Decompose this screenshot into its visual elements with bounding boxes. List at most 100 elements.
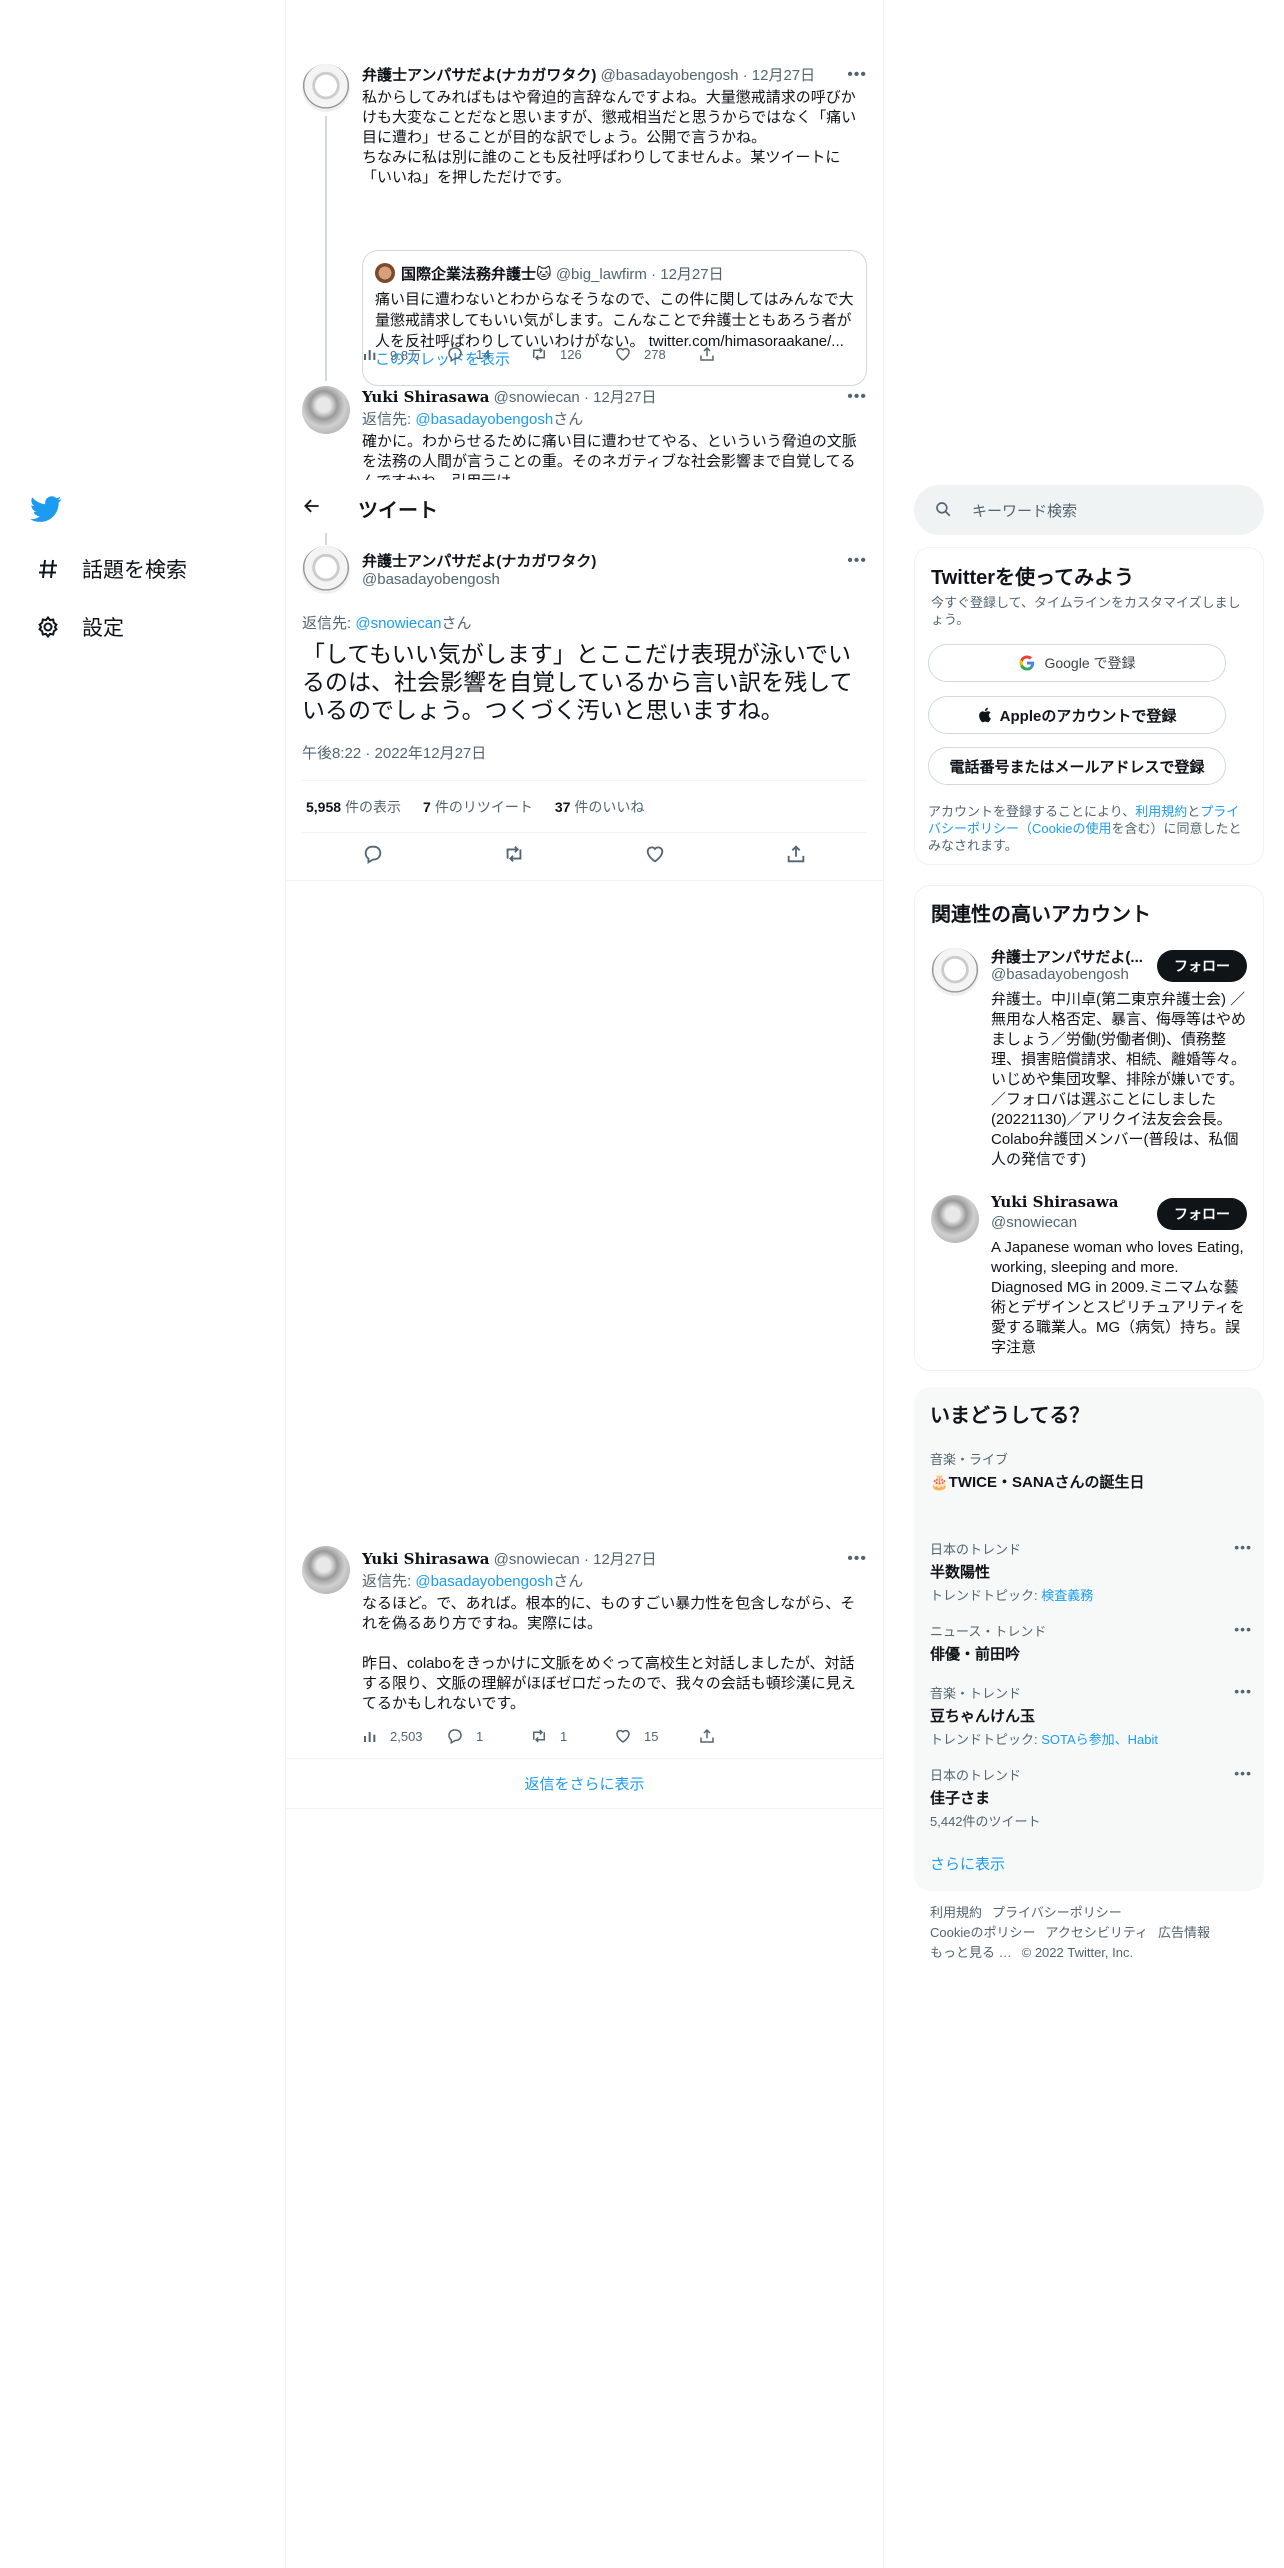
more-icon[interactable]: ••• [1234,1621,1252,1637]
footer-cookie-link[interactable]: Cookieのポリシー [930,1925,1035,1940]
follow-button[interactable]: フォロー [1157,950,1247,982]
footer-terms-link[interactable]: 利用規約 [930,1905,982,1920]
more-icon[interactable]: ••• [1234,1539,1252,1555]
reply-icon [448,347,462,363]
follow-button[interactable]: フォロー [1157,1198,1247,1230]
views-button[interactable]: 9.8万 [362,345,446,364]
avatar[interactable] [302,386,350,434]
trend-item[interactable]: ニュース・トレンド 俳優・前田吟 ••• [930,1621,1252,1664]
focal-author-name[interactable]: 弁護士アンパサだよ(ナカガワタク) [362,550,596,571]
divider [286,1758,883,1759]
author-name[interactable]: 弁護士アンパサだよ(ナカガワタク) [362,67,596,84]
page-title: ツイート [358,500,438,522]
more-icon[interactable]: ••• [847,388,867,406]
share-button[interactable] [698,345,782,363]
likes-stat[interactable]: 37 件のいいね [555,797,645,817]
tweet-1[interactable]: 弁護士アンパサだよ(ナカガワタク) @basadayobengosh · 12月… [286,52,883,386]
focal-actions [302,843,867,870]
terms-link[interactable]: 利用規約 [1135,804,1187,819]
trends-title: いまどうしてる？ [930,1405,1090,1427]
tweet-date[interactable]: 12月27日 [752,67,815,84]
trends-card: いまどうしてる？ 音楽・ライブ 🎂TWICE・SANAさんの誕生日 日本のトレン… [914,1387,1264,1891]
trend-topic-link[interactable]: SOTAら参加、Habit [1041,1732,1158,1747]
footer-accessibility-link[interactable]: アクセシビリティ [1045,1925,1148,1940]
tweet-2[interactable]: Yuki Shirasawa @snowiecan · 12月27日 ••• 返… [286,374,883,480]
nav-explore[interactable]: 話題を検索 [34,554,187,584]
avatar[interactable] [302,546,350,594]
author-name[interactable]: Yuki Shirasawa [362,388,489,406]
more-icon[interactable]: ••• [1234,1683,1252,1699]
reply-to-link[interactable]: @basadayobengosh [415,1573,553,1590]
relevant-account-handle[interactable]: @basadayobengosh [991,966,1129,983]
avatar[interactable] [302,1546,350,1594]
reply-to-link[interactable]: @basadayobengosh [415,411,553,428]
trend-item[interactable]: 日本のトレンド 半数陽性 トレンドトピック: 検査義務 ••• [930,1539,1252,1604]
avatar[interactable] [931,948,979,996]
more-icon[interactable]: ••• [1234,1765,1252,1781]
relevant-account-name[interactable]: Yuki Shirasawa [991,1193,1118,1211]
trend-category: 音楽・トレンド [930,1686,1022,1701]
tweet-date[interactable]: 12月27日 [593,389,656,406]
phone-email-signup-button[interactable]: 電話番号またはメールアドレスで登録 [928,747,1226,785]
retweets-stat[interactable]: 7 件のリツイート [423,797,533,817]
like-button[interactable]: 15 [614,1727,698,1745]
views-button[interactable]: 2,503 [362,1728,446,1744]
heart-icon [616,347,630,361]
footer-ads-link[interactable]: 広告情報 [1158,1925,1210,1940]
footer-more-link[interactable]: もっと見る … [930,1945,1012,1960]
focal-author-handle[interactable]: @basadayobengosh [362,571,500,588]
trend-subtitle: トレンドトピック: 検査義務 [930,1588,1094,1603]
trend-item[interactable]: 音楽・ライブ 🎂TWICE・SANAさんの誕生日 [930,1449,1250,1492]
like-button[interactable]: 278 [614,345,698,363]
avatar[interactable] [931,1195,979,1243]
apple-signup-button[interactable]: Appleのアカウントで登録 [928,696,1226,734]
retweet-button[interactable]: 126 [530,345,614,363]
more-icon[interactable]: ••• [847,66,867,84]
reply-to-link[interactable]: @snowiecan [355,615,441,632]
more-icon[interactable]: ••• [847,1550,867,1568]
relevant-account-handle[interactable]: @snowiecan [991,1214,1077,1231]
reply-button[interactable]: 14 [446,345,530,363]
reply-icon[interactable] [362,843,384,870]
author-name[interactable]: Yuki Shirasawa [362,1550,489,1568]
tweet-3[interactable]: Yuki Shirasawa @snowiecan · 12月27日 ••• 返… [286,1532,883,1757]
show-more-replies-link[interactable]: 返信をさらに表示 [286,1760,883,1810]
quote-header: 国際企業法務弁護士🐱 @big_lawfirm · 12月27日 [401,266,724,283]
tweet-date[interactable]: 12月27日 [593,1551,656,1568]
footer-privacy-link[interactable]: プライバシーポリシー [992,1905,1122,1920]
signup-title: Twitterを使ってみよう [931,567,1135,589]
focal-timestamp[interactable]: 午後8:22 · 2022年12月27日 [302,742,486,763]
more-icon[interactable]: ••• [847,552,867,570]
trend-item[interactable]: 日本のトレンド 佳子さま 5,442件のツイート ••• [930,1765,1252,1830]
avatar[interactable] [302,64,350,112]
retweet-icon [533,347,545,361]
nav-settings[interactable]: 設定 [34,612,124,642]
trend-name: 半数陽性 [930,1564,991,1581]
share-icon [700,1728,714,1743]
retweet-icon[interactable] [503,843,525,870]
author-handle[interactable]: @basadayobengosh [601,67,739,84]
trend-topic-link[interactable]: 検査義務 [1041,1588,1093,1603]
trend-category: 音楽・ライブ [930,1452,1009,1467]
search-placeholder: キーワード検索 [972,503,1078,520]
relevant-account-name[interactable]: 弁護士アンパサだよ(... [991,946,1143,967]
tweet-header: 弁護士アンパサだよ(ナカガワタク) @basadayobengosh · 12月… [362,67,816,84]
back-arrow-icon[interactable] [302,496,322,521]
trend-item[interactable]: 音楽・トレンド 豆ちゃんけん玉 トレンドトピック: SOTAら参加、Habit … [930,1683,1252,1748]
search-input[interactable]: キーワード検索 [914,485,1264,535]
trend-category: 日本のトレンド [930,1768,1022,1783]
author-handle[interactable]: @snowiecan [494,1551,580,1568]
heart-icon[interactable] [644,843,666,870]
trend-name: 俳優・前田吟 [930,1646,1021,1663]
retweet-count: 1 [560,1728,568,1744]
share-icon[interactable] [785,843,807,870]
retweet-button[interactable]: 1 [530,1727,614,1745]
author-handle[interactable]: @snowiecan [494,389,580,406]
signup-card: Twitterを使ってみよう 今すぐ登録して、タイムラインをカスタマイズしましょ… [914,547,1264,865]
twitter-logo-icon[interactable] [30,493,66,529]
google-signup-button[interactable]: Google で登録 [928,644,1226,682]
divider [286,880,883,881]
share-button[interactable] [698,1727,782,1745]
reply-button[interactable]: 1 [446,1727,530,1745]
trends-show-more-link[interactable]: さらに表示 [930,1853,1005,1874]
